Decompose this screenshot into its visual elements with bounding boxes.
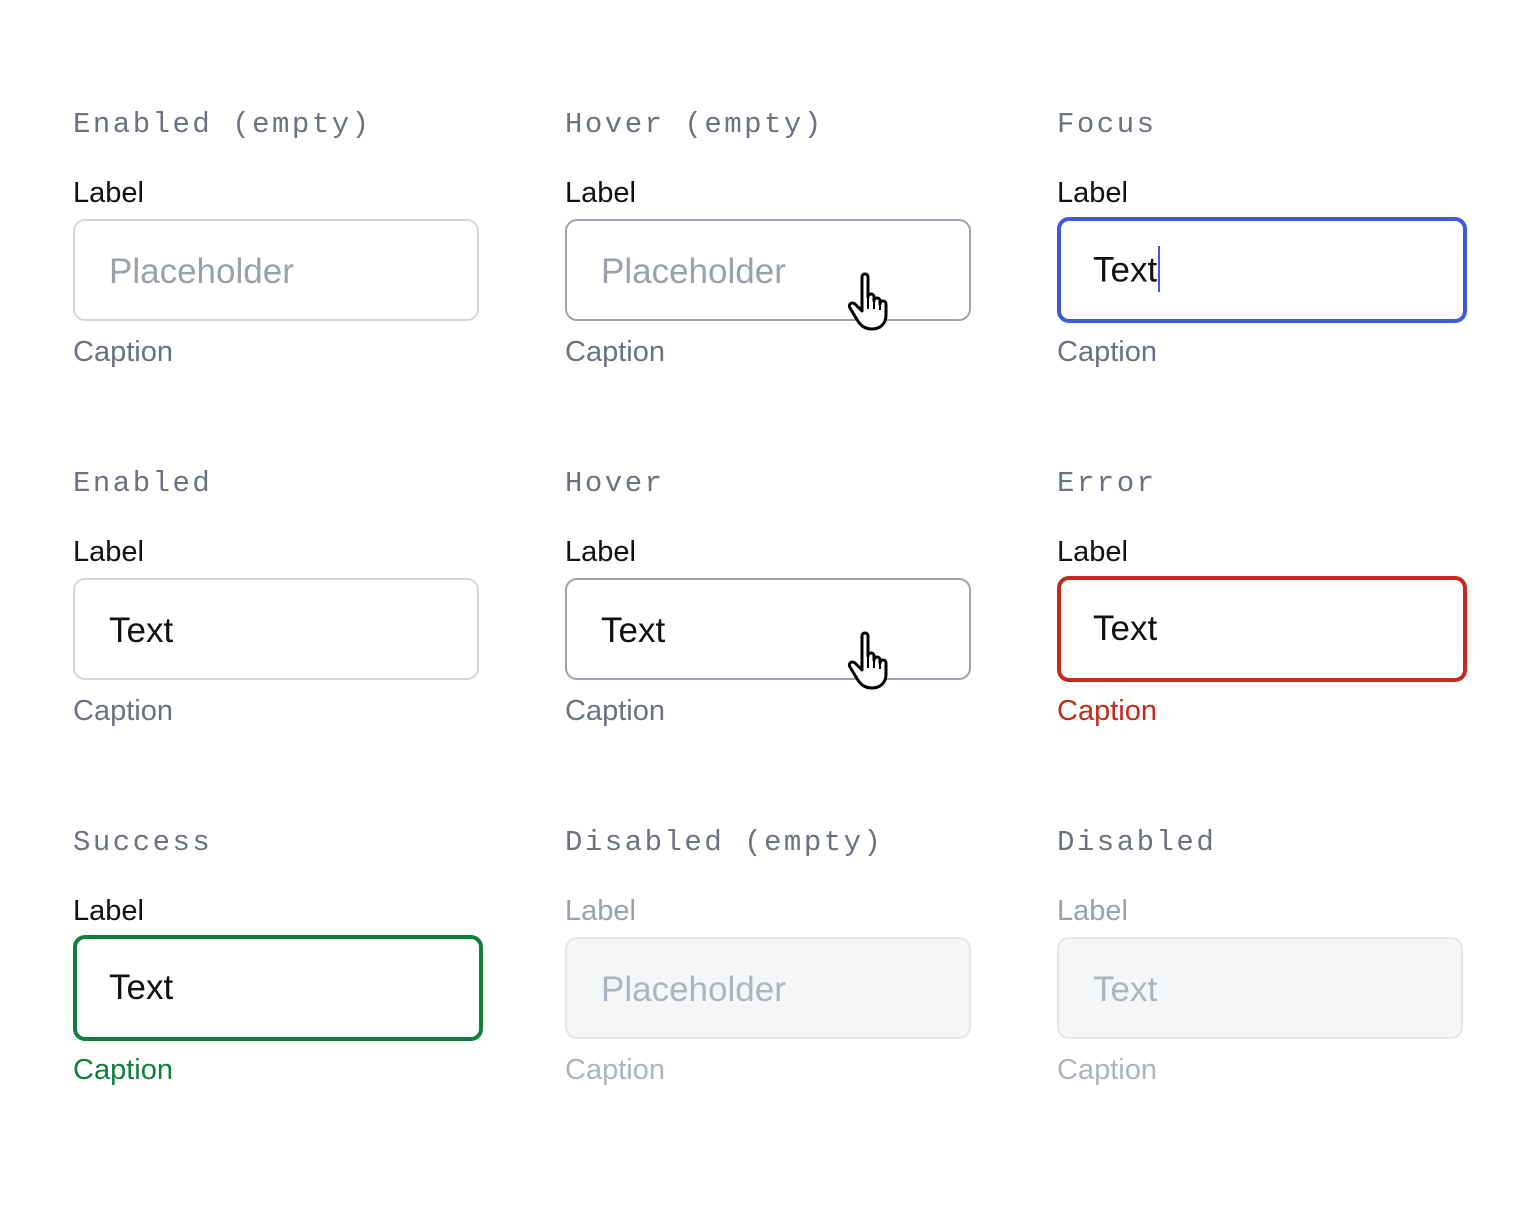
state-title: Focus bbox=[1057, 108, 1157, 141]
state-hover-empty: Hover (empty) Label Placeholder Caption bbox=[565, 106, 975, 406]
input-value: Text bbox=[1093, 246, 1161, 295]
text-input[interactable]: Placeholder bbox=[73, 219, 479, 321]
state-title: Success bbox=[73, 826, 213, 859]
field-caption-success: Caption bbox=[73, 1054, 173, 1086]
state-focus: Focus Label Text Caption bbox=[1057, 106, 1467, 406]
field-label: Label bbox=[565, 177, 636, 209]
field-caption: Caption bbox=[1057, 1054, 1157, 1086]
field-label: Label bbox=[1057, 177, 1128, 209]
state-title: Hover (empty) bbox=[565, 108, 824, 141]
text-input[interactable]: Placeholder bbox=[565, 219, 971, 331]
state-title: Hover bbox=[565, 467, 665, 500]
field-label: Label bbox=[565, 536, 636, 568]
input-value: Text bbox=[109, 968, 174, 1007]
state-enabled-empty: Enabled (empty) Label Placeholder Captio… bbox=[73, 106, 483, 406]
state-success: Success Label Text Caption bbox=[73, 824, 483, 1124]
input-value: Text bbox=[601, 611, 666, 650]
state-title: Enabled bbox=[73, 467, 213, 500]
field-caption: Caption bbox=[565, 1054, 665, 1086]
text-input-focused[interactable]: Text bbox=[1057, 217, 1467, 323]
state-hover: Hover Label Text Caption bbox=[565, 465, 975, 765]
field-caption: Caption bbox=[1057, 336, 1157, 368]
state-title: Disabled (empty) bbox=[565, 826, 884, 859]
field-label: Label bbox=[73, 536, 144, 568]
input-value: Text bbox=[1093, 609, 1158, 648]
input-placeholder: Placeholder bbox=[601, 970, 786, 1009]
text-input-success[interactable]: Text bbox=[73, 935, 483, 1041]
input-value-text: Text bbox=[1093, 250, 1158, 290]
field-label: Label bbox=[1057, 536, 1128, 568]
state-disabled-empty: Disabled (empty) Label Placeholder Capti… bbox=[565, 824, 975, 1124]
input-value: Text bbox=[109, 611, 174, 650]
input-placeholder: Placeholder bbox=[109, 252, 294, 291]
field-label: Label bbox=[1057, 895, 1128, 927]
text-caret bbox=[1158, 246, 1161, 292]
state-title: Disabled bbox=[1057, 826, 1217, 859]
text-input[interactable]: Text bbox=[565, 578, 971, 690]
text-input-disabled: Text bbox=[1057, 937, 1463, 1039]
field-caption: Caption bbox=[565, 695, 665, 727]
text-input-error[interactable]: Text bbox=[1057, 576, 1467, 682]
field-label: Label bbox=[73, 895, 144, 927]
field-caption: Caption bbox=[73, 336, 173, 368]
state-error: Error Label Text Caption bbox=[1057, 465, 1467, 765]
field-caption: Caption bbox=[565, 336, 665, 368]
text-input[interactable]: Text bbox=[73, 578, 479, 680]
input-placeholder: Placeholder bbox=[601, 252, 786, 291]
field-label: Label bbox=[565, 895, 636, 927]
pointer-hand-icon bbox=[847, 272, 888, 331]
input-value: Text bbox=[1093, 970, 1158, 1009]
field-caption-error: Caption bbox=[1057, 695, 1157, 727]
state-enabled: Enabled Label Text Caption bbox=[73, 465, 483, 765]
state-title: Enabled (empty) bbox=[73, 108, 372, 141]
field-caption: Caption bbox=[73, 695, 173, 727]
state-title: Error bbox=[1057, 467, 1157, 500]
field-label: Label bbox=[73, 177, 144, 209]
text-input-disabled: Placeholder bbox=[565, 937, 971, 1039]
state-disabled: Disabled Label Text Caption bbox=[1057, 824, 1467, 1124]
pointer-hand-icon bbox=[847, 631, 888, 690]
